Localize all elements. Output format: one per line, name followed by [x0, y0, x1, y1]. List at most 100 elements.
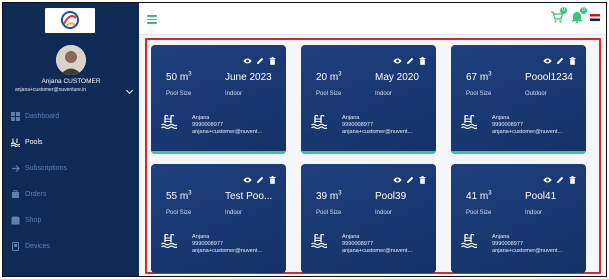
notification-icon[interactable]: 0	[570, 7, 587, 24]
owner-email: anjana+customer@nuvent...	[192, 129, 263, 135]
delete-icon[interactable]	[419, 52, 427, 65]
pool-size-label: Pool Size	[466, 91, 492, 97]
pool-card[interactable]: 55 m3 Test Poo... Pool Size Indoor Anjan…	[151, 164, 286, 273]
pool-ladder-icon	[461, 114, 478, 130]
pool-size-value: 50 m3	[166, 71, 192, 83]
pool-card-actions	[243, 52, 277, 65]
pool-owner-info: Anjana 9990008977 anjana+customer@nuvent…	[492, 234, 562, 255]
pool-name: Poool1234	[525, 72, 573, 83]
sidebar-item-devices[interactable]: Devices	[3, 233, 139, 259]
pool-card[interactable]: 50 m3 June 2023 Pool Size Indoor Anjana …	[151, 45, 286, 154]
pool-card-actions	[243, 171, 277, 184]
shop-icon	[11, 216, 20, 225]
view-icon[interactable]	[543, 52, 552, 64]
sidebar-item-label: Devices	[25, 242, 50, 250]
edit-icon[interactable]	[556, 171, 564, 183]
edit-icon[interactable]	[256, 171, 264, 183]
sidebar-item-label: Dashboard	[25, 112, 60, 120]
user-email: anjana+customer@nuventure.in	[15, 87, 87, 93]
pool-size-value: 39 m3	[316, 190, 342, 202]
owner-phone: 9990008977	[192, 241, 224, 247]
owner-email: anjana+customer@nuvent...	[342, 129, 413, 135]
pool-card-actions	[543, 171, 577, 184]
pool-card[interactable]: 41 m3 Pool41 Pool Size Indoor Anjana 999…	[451, 164, 586, 273]
view-icon[interactable]	[543, 171, 552, 183]
pool-type: Indoor	[525, 210, 543, 216]
pool-type: Indoor	[375, 91, 393, 97]
language-flag-icon[interactable]	[590, 13, 600, 21]
pool-type: Indoor	[225, 91, 243, 97]
pool-size-label: Pool Size	[166, 91, 192, 97]
pool-size-value: 41 m3	[466, 190, 492, 202]
owner-name: Anjana	[492, 115, 510, 121]
delete-icon[interactable]	[569, 171, 577, 184]
pool-owner-info: Anjana 9990008977 anjana+customer@nuvent…	[492, 115, 562, 136]
top-bar-actions: 0 0	[550, 7, 600, 24]
owner-email: anjana+customer@nuvent...	[342, 248, 413, 254]
edit-icon[interactable]	[406, 171, 414, 183]
pool-ladder-icon	[311, 233, 328, 249]
pool-owner-info: Anjana 9990008977 anjana+customer@nuvent…	[342, 115, 412, 136]
chevron-down-icon[interactable]	[125, 86, 134, 95]
owner-phone: 9990008977	[492, 241, 524, 247]
pool-card[interactable]: 39 m3 Pool39 Pool Size Indoor Anjana 999…	[301, 164, 436, 273]
pool-size-value: 20 m3	[316, 71, 342, 83]
pool-card-status-bar	[451, 151, 586, 154]
main-content: 50 m3 June 2023 Pool Size Indoor Anjana …	[139, 35, 606, 276]
pool-type: Indoor	[375, 210, 393, 216]
pool-card-actions	[393, 52, 427, 65]
pool-ladder-icon	[311, 114, 328, 130]
owner-phone: 9990008977	[192, 122, 224, 128]
menu-toggle-icon[interactable]	[147, 15, 157, 24]
view-icon[interactable]	[393, 171, 402, 183]
sidebar-item-shop[interactable]: Shop	[3, 207, 139, 233]
delete-icon[interactable]	[419, 171, 427, 184]
cart-badge: 0	[560, 7, 567, 14]
sidebar-item-label: Shop	[25, 216, 42, 224]
app-window: Anjana CUSTOMER anjana+customer@nuventur…	[2, 2, 607, 277]
owner-name: Anjana	[342, 234, 360, 240]
pool-card-status-bar	[301, 151, 436, 154]
edit-icon[interactable]	[256, 52, 264, 64]
pool-card[interactable]: 67 m3 Poool1234 Pool Size Outdoor Anjana…	[451, 45, 586, 154]
orders-icon	[11, 189, 20, 199]
pool-ladder-icon	[161, 233, 178, 249]
view-icon[interactable]	[243, 171, 252, 183]
pool-card[interactable]: 20 m3 May 2020 Pool Size Indoor Anjana 9…	[301, 45, 436, 154]
delete-icon[interactable]	[569, 52, 577, 65]
avatar[interactable]	[56, 45, 86, 75]
pool-type: Indoor	[225, 210, 243, 216]
app-logo[interactable]	[45, 8, 95, 33]
pool-name: June 2023	[225, 72, 272, 83]
pool-size-value: 55 m3	[166, 190, 192, 202]
owner-name: Anjana	[192, 234, 210, 240]
view-icon[interactable]	[243, 52, 252, 64]
sidebar-item-subscriptions[interactable]: Subscriptions	[3, 155, 139, 181]
sidebar-item-dashboard[interactable]: Dashboard	[3, 103, 139, 129]
sidebar-item-label: Pools	[25, 138, 43, 146]
top-bar: 0 0	[139, 3, 606, 35]
pool-size-label: Pool Size	[316, 91, 342, 97]
sidebar-item-label: Subscriptions	[25, 164, 68, 172]
sidebar-item-orders[interactable]: Orders	[3, 181, 139, 207]
sidebar: Anjana CUSTOMER anjana+customer@nuventur…	[3, 3, 139, 276]
pool-size-label: Pool Size	[316, 210, 342, 216]
owner-phone: 9990008977	[492, 122, 524, 128]
view-icon[interactable]	[393, 52, 402, 64]
pool-card-actions	[543, 52, 577, 65]
pool-ladder-icon	[461, 233, 478, 249]
edit-icon[interactable]	[406, 52, 414, 64]
owner-email: anjana+customer@nuvent...	[492, 129, 563, 135]
cart-icon[interactable]: 0	[550, 7, 567, 24]
pool-icon	[10, 138, 21, 148]
pool-card-actions	[393, 171, 427, 184]
pool-name: Test Poo...	[225, 191, 273, 202]
notification-badge: 0	[580, 7, 587, 14]
pool-size-label: Pool Size	[466, 210, 492, 216]
sidebar-item-pools[interactable]: Pools	[3, 129, 139, 155]
pool-card-status-bar	[151, 151, 286, 154]
edit-icon[interactable]	[556, 52, 564, 64]
subscriptions-icon	[11, 164, 20, 173]
delete-icon[interactable]	[269, 52, 277, 65]
delete-icon[interactable]	[269, 171, 277, 184]
